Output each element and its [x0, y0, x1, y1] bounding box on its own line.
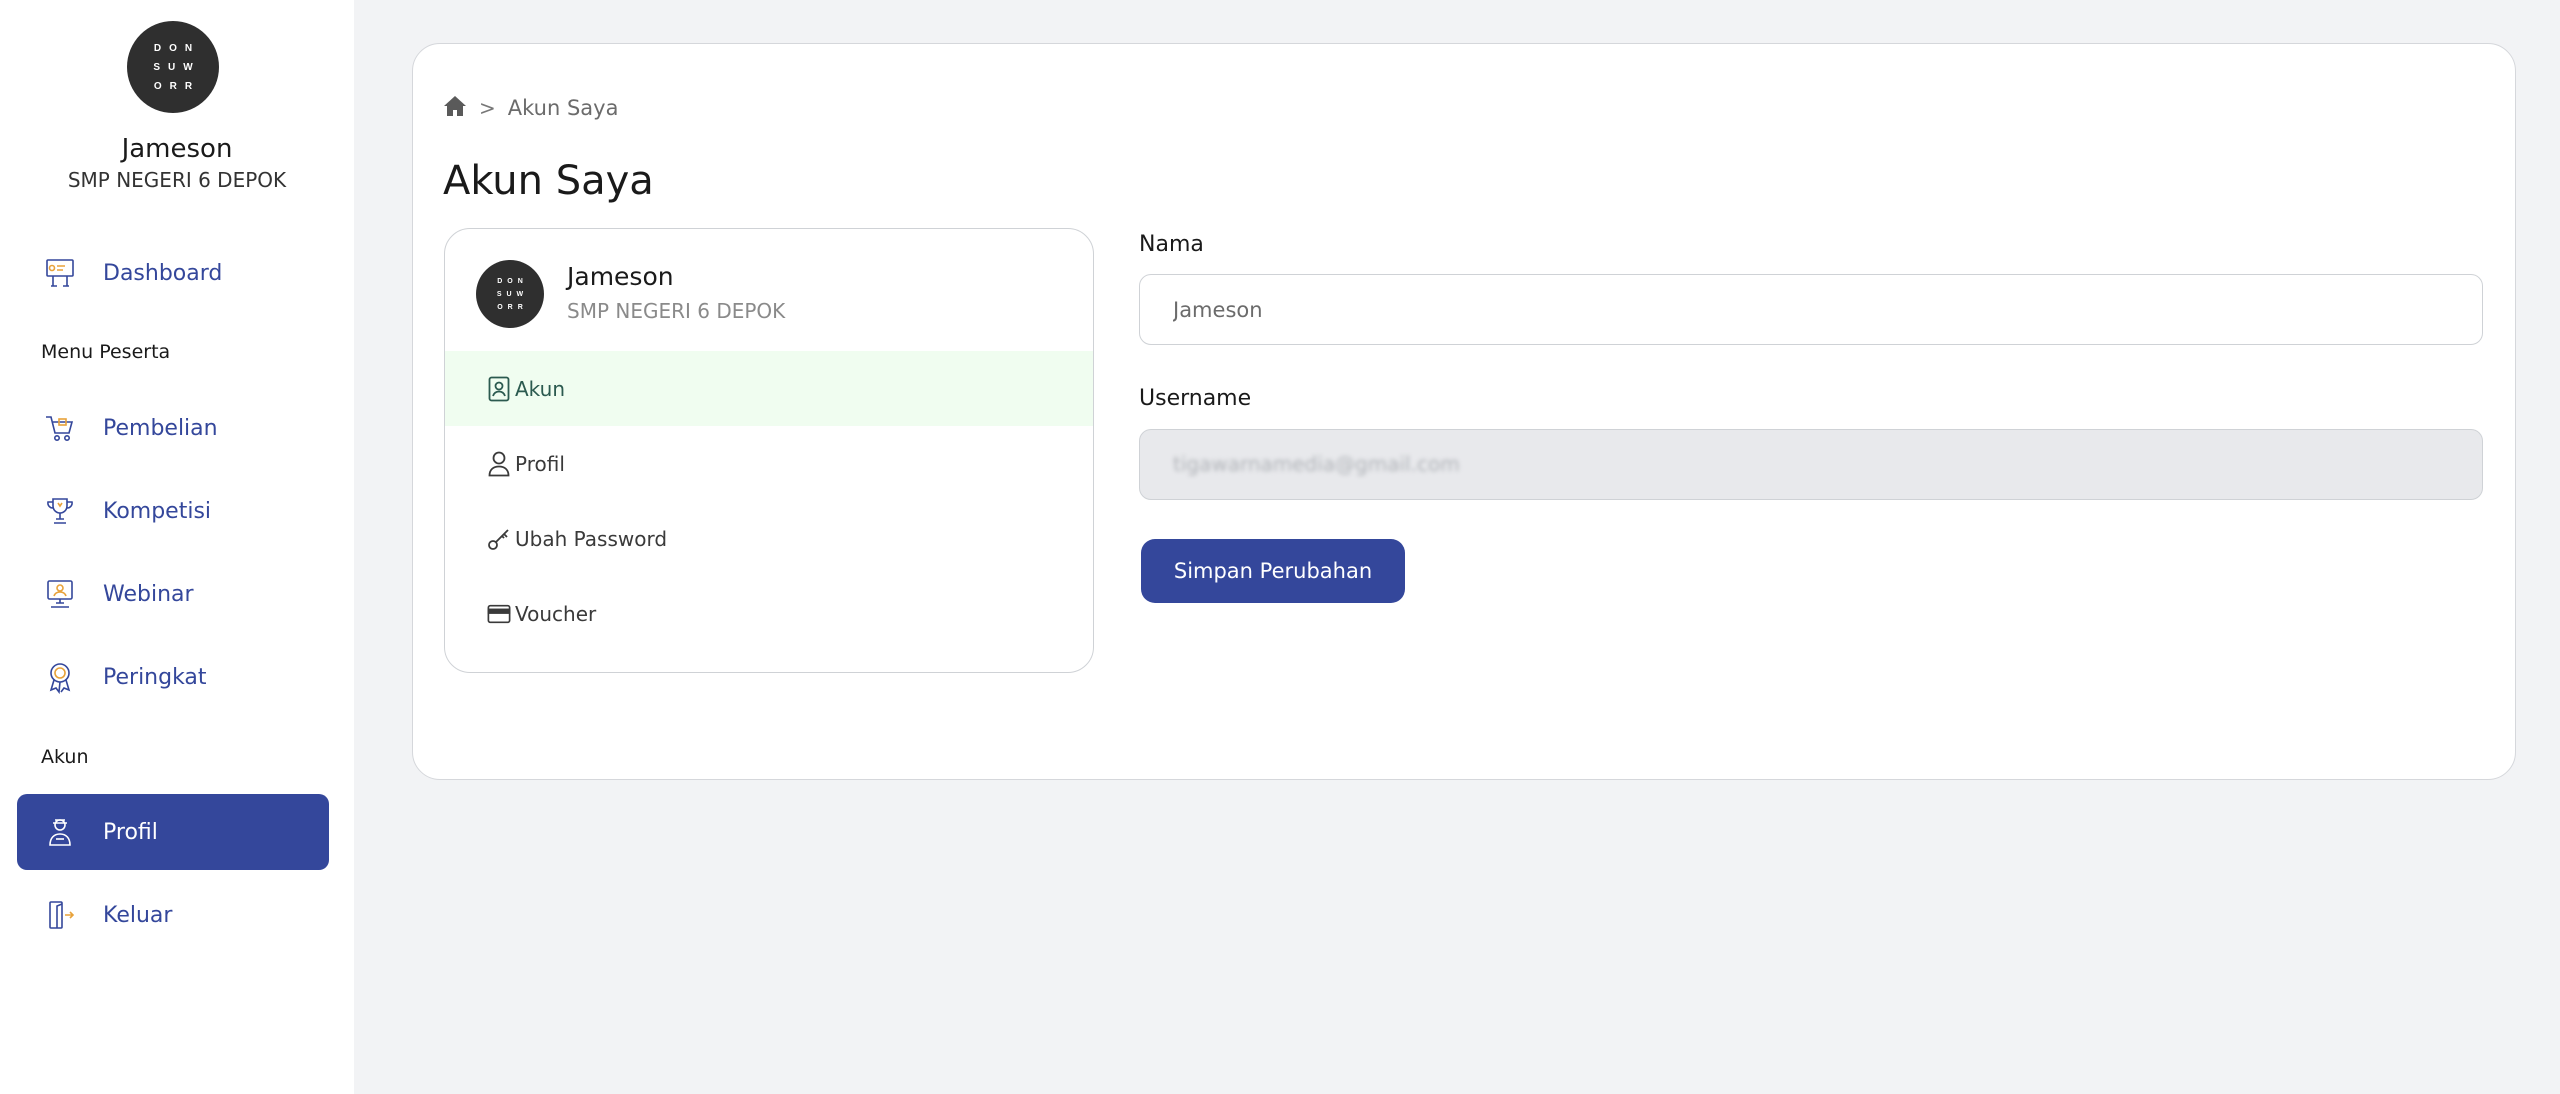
account-menu-profil[interactable]: Profil [445, 426, 1093, 501]
sidebar-item-label: Peringkat [103, 664, 207, 690]
sidebar-item-label: Webinar [103, 581, 194, 607]
home-icon[interactable] [443, 95, 467, 121]
door-exit-icon [42, 897, 78, 933]
account-menu-akun[interactable]: Akun [445, 351, 1093, 426]
logo-row: SUW [496, 290, 529, 298]
sidebar-user-name: Jameson [121, 134, 233, 164]
save-changes-button[interactable]: Simpan Perubahan [1141, 539, 1405, 603]
username-value: tigawarnamedia@gmail.com [1173, 452, 1460, 476]
sidebar-item-pembelian[interactable]: Pembelian [17, 390, 329, 466]
section-label-account: Akun [41, 746, 89, 768]
presentation-board-icon [42, 255, 78, 291]
sidebar-item-keluar[interactable]: Keluar [17, 877, 329, 953]
username-input[interactable]: tigawarnamedia@gmail.com [1139, 429, 2483, 500]
logo-row: ORR [153, 80, 201, 92]
avatar: DON SUW ORR [476, 260, 544, 328]
account-menu-ubah-password[interactable]: Ubah Password [445, 501, 1093, 576]
account-user-name: Jameson [567, 262, 674, 291]
account-menu-label: Voucher [515, 601, 597, 626]
account-menu-card: DON SUW ORR Jameson SMP NEGERI 6 DEPOK A… [444, 228, 1094, 673]
section-label-menu: Menu Peserta [41, 341, 171, 363]
key-icon [487, 525, 511, 553]
account-user-school: SMP NEGERI 6 DEPOK [567, 299, 786, 323]
username-field-label: Username [1139, 386, 1252, 411]
name-input[interactable] [1139, 274, 2483, 345]
sidebar-item-label: Kompetisi [103, 498, 212, 524]
person-icon [487, 450, 511, 478]
card-icon [487, 600, 511, 628]
sidebar-item-peringkat[interactable]: Peringkat [17, 639, 329, 715]
account-menu-label: Profil [515, 451, 565, 476]
sidebar-item-kompetisi[interactable]: Kompetisi [17, 473, 329, 549]
account-menu-voucher[interactable]: Voucher [445, 576, 1093, 651]
shopping-cart-icon [42, 410, 78, 446]
sidebar-item-dashboard[interactable]: Dashboard [17, 235, 329, 311]
id-card-icon [487, 375, 511, 403]
account-menu-label: Akun [515, 376, 565, 401]
sidebar: DON SUW ORR Jameson SMP NEGERI 6 DEPOK D… [0, 0, 354, 1094]
sidebar-user-school: SMP NEGERI 6 DEPOK [67, 168, 287, 192]
trophy-icon [42, 493, 78, 529]
breadcrumb: > Akun Saya [443, 94, 618, 122]
medal-icon [42, 659, 78, 695]
sidebar-item-webinar[interactable]: Webinar [17, 556, 329, 632]
sidebar-item-label: Dashboard [103, 260, 223, 286]
breadcrumb-current: Akun Saya [507, 96, 619, 120]
monitor-icon [42, 576, 78, 612]
sidebar-item-label: Keluar [103, 902, 173, 928]
brand-logo: DON SUW ORR [127, 21, 219, 113]
logo-row: DON [153, 42, 201, 54]
logo-row: ORR [497, 303, 528, 311]
breadcrumb-separator: > [479, 96, 496, 120]
logo-row: DON [497, 277, 528, 285]
page-title: Akun Saya [443, 158, 654, 204]
account-menu-label: Ubah Password [515, 526, 668, 551]
sidebar-item-label: Pembelian [103, 415, 218, 441]
logo-row: SUW [153, 61, 201, 73]
user-icon [42, 814, 78, 850]
name-field-label: Nama [1139, 232, 1204, 257]
sidebar-item-label: Profil [103, 819, 158, 845]
sidebar-item-profil[interactable]: Profil [17, 794, 329, 870]
